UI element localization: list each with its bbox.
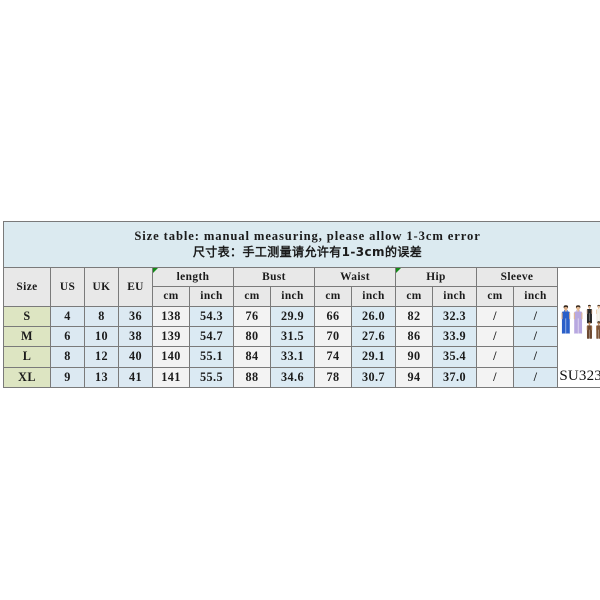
header-hip-inch: inch xyxy=(432,286,477,307)
cell-waist-inch: 27.6 xyxy=(351,325,396,348)
header-group-length: length xyxy=(152,266,234,288)
cell-hip-inch: 35.4 xyxy=(432,346,477,368)
header-hip-cm: cm xyxy=(395,286,433,307)
cell-sleeve-inch: / xyxy=(513,305,558,327)
banner-cell: Size table: manual measuring, please all… xyxy=(2,221,600,268)
cell-hip-cm: 94 xyxy=(395,366,433,389)
cell-sleeve-inch: / xyxy=(513,346,558,368)
cell-length-inch: 54.3 xyxy=(189,305,234,327)
header-bust-inch: inch xyxy=(270,286,315,307)
table-row: S 4 8 36 138 54.3 76 29.9 66 26.0 82 32.… xyxy=(3,305,600,327)
cell-eu: 38 xyxy=(118,325,153,348)
cell-bust-inch: 31.5 xyxy=(270,325,315,348)
cell-length-cm: 140 xyxy=(152,346,190,368)
banner-text-english: Size table: manual measuring, please all… xyxy=(134,228,481,243)
cell-bust-inch: 33.1 xyxy=(270,346,315,368)
size-table-container: Size table: manual measuring, please all… xyxy=(2,221,600,389)
cell-bust-inch: 34.6 xyxy=(270,366,315,389)
cell-length-inch: 54.7 xyxy=(189,325,234,348)
header-group-sleeve-label: Sleeve xyxy=(500,271,534,284)
header-bust-cm: cm xyxy=(233,286,271,307)
table-row: L 8 12 40 140 55.1 84 33.1 74 29.1 90 35… xyxy=(3,346,600,368)
cell-sleeve-cm: / xyxy=(476,305,514,327)
table-row: M 6 10 38 139 54.7 80 31.5 70 27.6 86 33… xyxy=(3,325,600,348)
cell-hip-inch: 33.9 xyxy=(432,325,477,348)
cell-length-inch: 55.5 xyxy=(189,366,234,389)
banner-text-chinese: 尺寸表：手工测量请允许有1-3cm的误差 xyxy=(192,245,423,260)
cell-sleeve-cm: / xyxy=(476,366,514,389)
header-sleeve-cm: cm xyxy=(476,286,514,307)
cell-sleeve-cm: / xyxy=(476,346,514,368)
cell-waist-inch: 26.0 xyxy=(351,305,396,327)
header-us: US xyxy=(50,267,85,307)
header-group-hip-label: Hip xyxy=(426,271,446,284)
cell-uk: 12 xyxy=(84,346,119,368)
product-sku-label: SU3231 xyxy=(559,368,600,384)
product-image-cell: SU3231 xyxy=(556,267,600,388)
table-banner-row: Size table: manual measuring, please all… xyxy=(2,221,600,268)
cell-bust-cm: 84 xyxy=(233,346,271,368)
jumpsuit-models-illustration xyxy=(561,304,600,339)
cell-waist-cm: 70 xyxy=(314,325,352,348)
cell-size: XL xyxy=(3,366,51,389)
cell-size: L xyxy=(3,346,51,368)
cell-size: S xyxy=(3,305,51,327)
header-length-inch: inch xyxy=(189,286,234,307)
header-group-waist-label: Waist xyxy=(340,271,370,284)
cell-size: M xyxy=(3,325,51,348)
cell-length-cm: 138 xyxy=(152,305,190,327)
cell-hip-inch: 32.3 xyxy=(432,305,477,327)
comment-flag-icon xyxy=(396,268,401,273)
cell-length-cm: 141 xyxy=(152,366,190,389)
cell-uk: 8 xyxy=(84,305,119,327)
header-sleeve-inch: inch xyxy=(513,286,558,307)
header-group-hip: Hip xyxy=(395,266,477,288)
cell-bust-inch: 29.9 xyxy=(270,305,315,327)
cell-waist-cm: 78 xyxy=(314,366,352,389)
cell-length-cm: 139 xyxy=(152,325,190,348)
size-table: Size table: manual measuring, please all… xyxy=(2,221,600,389)
table-row: XL 9 13 41 141 55.5 88 34.6 78 30.7 94 3… xyxy=(3,366,600,389)
cell-us: 9 xyxy=(50,366,85,389)
cell-eu: 40 xyxy=(118,346,153,368)
cell-sleeve-inch: / xyxy=(513,366,558,389)
size-chart-image: Size table: manual measuring, please all… xyxy=(0,0,600,600)
cell-bust-cm: 76 xyxy=(233,305,271,327)
header-group-sleeve: Sleeve xyxy=(476,266,558,288)
header-group-row: Size US UK EU length Bust Waist Hip Slee… xyxy=(3,266,600,388)
cell-us: 8 xyxy=(50,346,85,368)
header-group-bust: Bust xyxy=(233,266,315,288)
cell-bust-cm: 88 xyxy=(233,366,271,389)
comment-flag-icon xyxy=(153,268,158,273)
header-uk: UK xyxy=(84,267,119,307)
header-group-waist: Waist xyxy=(314,266,396,288)
header-length-cm: cm xyxy=(152,286,190,307)
cell-waist-cm: 66 xyxy=(314,305,352,327)
cell-eu: 36 xyxy=(118,305,153,327)
header-size: Size xyxy=(3,267,51,307)
cell-hip-cm: 86 xyxy=(395,325,433,348)
cell-us: 4 xyxy=(50,305,85,327)
header-waist-inch: inch xyxy=(351,286,396,307)
cell-waist-cm: 74 xyxy=(314,346,352,368)
cell-sleeve-cm: / xyxy=(476,325,514,348)
cell-uk: 10 xyxy=(84,325,119,348)
cell-us: 6 xyxy=(50,325,85,348)
header-group-length-label: length xyxy=(176,271,210,284)
header-eu: EU xyxy=(118,267,153,307)
product-image: SU3231 xyxy=(558,268,600,387)
cell-length-inch: 55.1 xyxy=(189,346,234,368)
header-group-bust-label: Bust xyxy=(262,271,286,284)
cell-uk: 13 xyxy=(84,366,119,389)
cell-hip-cm: 90 xyxy=(395,346,433,368)
cell-hip-inch: 37.0 xyxy=(432,366,477,389)
cell-bust-cm: 80 xyxy=(233,325,271,348)
header-waist-cm: cm xyxy=(314,286,352,307)
cell-sleeve-inch: / xyxy=(513,325,558,348)
cell-hip-cm: 82 xyxy=(395,305,433,327)
cell-waist-inch: 29.1 xyxy=(351,346,396,368)
cell-waist-inch: 30.7 xyxy=(351,366,396,389)
cell-eu: 41 xyxy=(118,366,153,389)
